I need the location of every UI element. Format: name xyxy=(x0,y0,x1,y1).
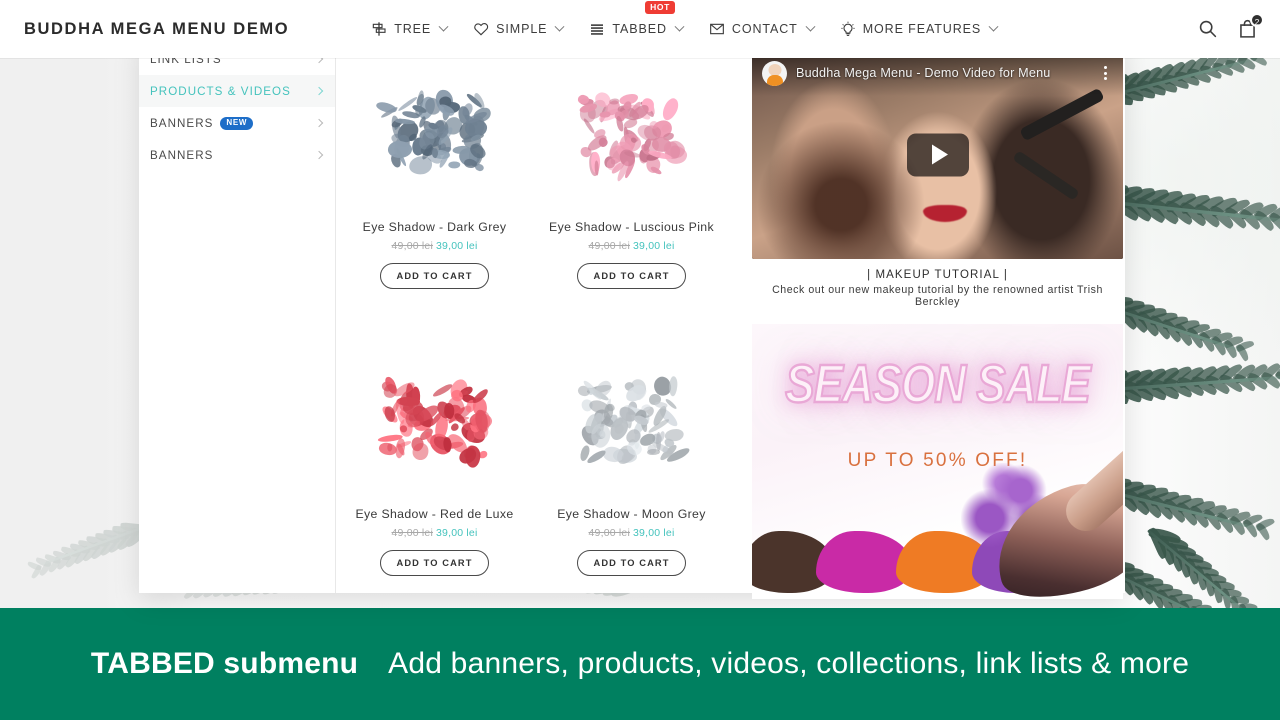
chevron-down-icon xyxy=(438,21,449,32)
nav-label-tree: TREE xyxy=(394,22,432,36)
footer-promo-highlight: TABBED submenu xyxy=(91,647,358,681)
product-title: Eye Shadow - Luscious Pink xyxy=(549,220,714,234)
footer-promo-highlight-text: TABBED submenu xyxy=(90,647,359,680)
new-badge: NEW xyxy=(220,116,254,130)
product-old-price: 49,00 lei xyxy=(391,240,433,252)
envelope-icon xyxy=(710,23,724,35)
product-price: 49,00 lei 39,00 lei xyxy=(336,527,533,539)
add-to-cart-button[interactable]: ADD TO CART xyxy=(379,549,490,576)
mega-tab-products-videos[interactable]: PRODUCTS & VIDEOS xyxy=(139,75,335,107)
product-card[interactable]: Eye Shadow - Luscious Pink 49,00 lei 39,0… xyxy=(533,50,730,307)
site-logo[interactable]: BUDDHA MEGA MENU DEMO xyxy=(24,20,289,39)
add-to-cart-button[interactable]: ADD TO CART xyxy=(576,549,687,576)
product-price: 49,00 lei 39,00 lei xyxy=(533,527,730,539)
search-icon xyxy=(1199,20,1217,38)
play-icon xyxy=(931,144,948,165)
play-button[interactable] xyxy=(906,133,969,176)
product-image xyxy=(336,50,533,220)
product-old-price: 49,00 lei xyxy=(588,240,630,252)
chevron-down-icon xyxy=(805,21,816,32)
buddha-avatar-icon xyxy=(762,60,787,86)
nav-item-contact[interactable]: CONTACT xyxy=(709,15,816,43)
product-title: Eye Shadow - Dark Grey xyxy=(362,220,507,234)
footer-promo-text: Add banners, products, videos, collectio… xyxy=(388,647,1190,680)
footer-promo-banner: TABBED submenu Add banners, products, vi… xyxy=(0,608,1280,720)
product-new-price: 39,00 lei xyxy=(633,526,675,539)
nav-item-more-features[interactable]: MORE FEATURES xyxy=(840,15,999,43)
cart-count-badge: 2 xyxy=(1250,13,1264,27)
video-caption-title: | MAKEUP TUTORIAL | xyxy=(867,269,1008,281)
mega-tab-label: BANNERS xyxy=(150,116,214,130)
product-old-price: 49,00 lei xyxy=(588,526,630,539)
mega-tab-banners-new[interactable]: BANNERS NEW xyxy=(139,107,335,139)
signpost-icon xyxy=(372,22,386,36)
chevron-right-icon xyxy=(314,86,324,96)
bars-icon xyxy=(591,24,604,35)
eyeshadow-swatch-moon-grey xyxy=(569,370,695,474)
nav-label-simple: SIMPLE xyxy=(496,22,548,36)
chevron-down-icon xyxy=(554,21,565,32)
eyeshadow-swatch-dark-grey xyxy=(372,83,498,187)
mega-menu-tabs: LINK LISTS PRODUCTS & VIDEOS BANNERS NEW xyxy=(139,36,336,593)
product-card[interactable]: Eye Shadow - Red de Luxe 49,00 lei 39,00 … xyxy=(336,337,533,594)
kebab-menu-icon[interactable] xyxy=(1097,64,1113,83)
heart-icon xyxy=(474,22,489,36)
season-sale-banner[interactable]: SEASON SALE UP TO 50% OFF! xyxy=(752,324,1123,599)
cart-button[interactable]: 2 xyxy=(1237,13,1264,40)
product-image xyxy=(336,337,533,507)
media-column: Buddha Mega Menu - Demo Video for Menu |… xyxy=(742,36,1134,599)
product-title: Eye Shadow - Moon Grey xyxy=(557,506,706,521)
mega-menu-content: Eye Shadow - Dark Grey 49,00 lei 39,00 le… xyxy=(336,36,1134,599)
product-title: Eye Shadow - Red de Luxe xyxy=(355,506,514,521)
video-caption-text: Check out our new makeup tutorial by the… xyxy=(772,284,1103,308)
mega-menu-panel: LINK LISTS PRODUCTS & VIDEOS BANNERS NEW xyxy=(139,36,1125,599)
product-new-price: 39,00 lei xyxy=(436,240,478,252)
product-grid: Eye Shadow - Dark Grey 49,00 lei 39,00 le… xyxy=(336,36,742,593)
product-price: 49,00 lei 39,00 lei xyxy=(336,240,533,252)
search-button[interactable] xyxy=(1197,18,1218,40)
product-image xyxy=(533,50,730,220)
nav-item-simple[interactable]: SIMPLE xyxy=(473,15,565,43)
mega-tab-banners[interactable]: BANNERS xyxy=(139,139,335,171)
nav-label-tabbed: TABBED xyxy=(612,22,667,36)
add-to-cart-button[interactable]: ADD TO CART xyxy=(379,263,490,289)
nav-label-more-features: MORE FEATURES xyxy=(862,22,982,36)
product-price: 49,00 lei 39,00 lei xyxy=(533,240,730,252)
product-card[interactable]: Eye Shadow - Dark Grey 49,00 lei 39,00 le… xyxy=(336,50,533,307)
nav-item-tabbed[interactable]: HOT TABBED xyxy=(589,1,685,43)
makeup-brush-decor xyxy=(1012,150,1080,201)
chevron-down-icon xyxy=(674,21,685,32)
add-to-cart-button[interactable]: ADD TO CART xyxy=(576,263,687,289)
product-image xyxy=(533,337,730,507)
page-root: BUDDHA MEGA MENU DEMO TREE SIMPLE HOT TA… xyxy=(0,0,1280,720)
video-caption: | MAKEUP TUTORIAL | Check out our new ma… xyxy=(752,269,1123,308)
main-navigation: TREE SIMPLE HOT TABBED CONTACT MORE FEAT… xyxy=(371,1,999,43)
eyeshadow-swatch-red-de-luxe xyxy=(372,370,498,474)
header-actions: 2 xyxy=(1197,13,1264,40)
mega-tab-label: PRODUCTS & VIDEOS xyxy=(150,84,291,98)
mega-tab-label: BANNERS xyxy=(150,148,214,162)
sale-banner-title: SEASON SALE xyxy=(784,353,1091,415)
product-new-price: 39,00 lei xyxy=(633,240,675,252)
product-card[interactable]: Eye Shadow - Moon Grey 49,00 lei 39,00 le… xyxy=(533,337,730,594)
lips-decor xyxy=(922,204,967,222)
nav-item-tree[interactable]: TREE xyxy=(371,15,449,43)
site-header: BUDDHA MEGA MENU DEMO TREE SIMPLE HOT TA… xyxy=(0,0,1280,58)
lightbulb-icon xyxy=(841,21,855,36)
chevron-down-icon xyxy=(988,21,999,32)
video-player[interactable]: Buddha Mega Menu - Demo Video for Menu xyxy=(752,50,1123,259)
video-title[interactable]: Buddha Mega Menu - Demo Video for Menu xyxy=(796,66,1088,80)
chevron-right-icon xyxy=(314,150,324,160)
nav-label-contact: CONTACT xyxy=(731,22,798,36)
sale-banner-subtitle: UP TO 50% OFF! xyxy=(847,450,1028,471)
chevron-right-icon xyxy=(314,118,324,128)
product-old-price: 49,00 lei xyxy=(391,526,433,539)
hot-badge: HOT xyxy=(645,1,675,15)
powder-decoration xyxy=(752,421,1123,599)
eyeshadow-swatch-luscious-pink xyxy=(569,83,695,187)
product-new-price: 39,00 lei xyxy=(436,526,478,539)
